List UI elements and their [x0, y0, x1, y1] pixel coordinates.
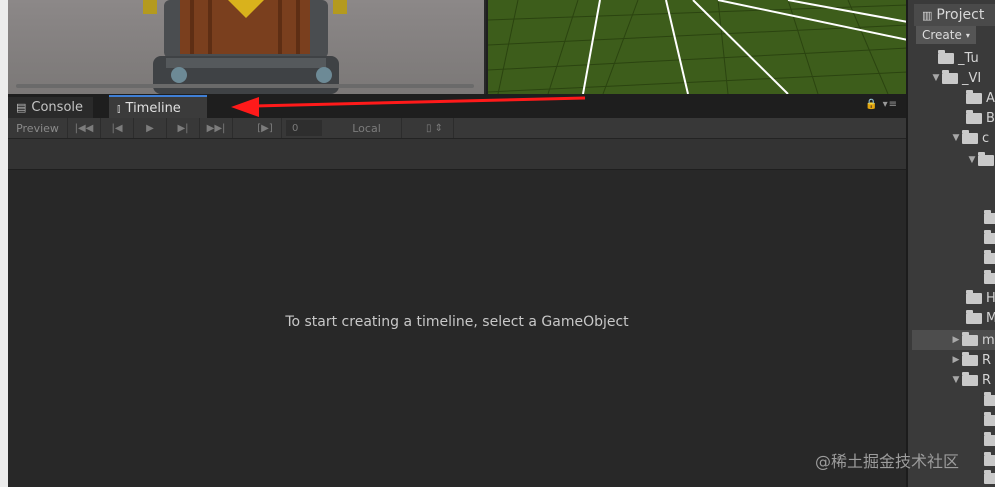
tree-folder-selected[interactable]: ▶ m — [912, 330, 995, 350]
strip-mark — [0, 283, 6, 297]
folder-icon — [984, 249, 995, 264]
view-toggle-icon[interactable]: ▯ ⇕ — [416, 118, 454, 138]
next-frame-icon[interactable]: ▶| — [167, 118, 200, 138]
tree-folder[interactable] — [984, 450, 995, 470]
console-icon: ▤ — [16, 101, 27, 114]
timeline-icon: ⫾ — [117, 101, 121, 115]
game-view[interactable] — [486, 0, 908, 94]
tree-folder[interactable]: A — [966, 88, 995, 108]
folder-icon — [966, 289, 982, 304]
folder-icon — [962, 351, 978, 366]
tree-folder[interactable]: ▼ — [966, 150, 995, 170]
preview-button[interactable]: Preview — [8, 118, 68, 138]
project-icon: ▥ — [922, 8, 933, 22]
expand-arrow-icon[interactable]: ▼ — [930, 73, 942, 83]
folder-icon — [942, 69, 958, 84]
folder-icon — [938, 49, 954, 64]
tab-timeline[interactable]: ⫾ Timeline — [109, 95, 207, 120]
collapse-arrow-icon[interactable]: ▶ — [950, 335, 962, 345]
tree-folder[interactable]: ▼ c — [950, 128, 989, 148]
tree-folder[interactable]: ▶ R — [950, 350, 991, 370]
timeline-toolbar: Preview |◀◀ |◀ ▶ ▶| ▶▶| [▶] 0 Local ▯ ⇕ — [8, 118, 906, 139]
tree-folder[interactable] — [984, 208, 995, 228]
local-button[interactable]: Local — [332, 118, 402, 138]
expand-arrow-icon[interactable]: ▼ — [950, 133, 962, 143]
tab-label: Project — [936, 7, 985, 23]
go-to-end-icon[interactable]: ▶▶| — [200, 118, 233, 138]
expand-arrow-icon[interactable]: ▼ — [950, 375, 962, 385]
folder-icon — [966, 109, 982, 124]
tab-console[interactable]: ▤ Console — [8, 97, 94, 118]
folder-icon — [984, 269, 995, 284]
create-button[interactable]: Create ▾ — [916, 26, 976, 44]
watermark: @稀土掘金技术社区 — [815, 452, 960, 471]
strip-mark — [0, 176, 6, 190]
strip-mark — [0, 410, 6, 424]
tree-folder[interactable]: H — [966, 288, 995, 308]
folder-icon — [984, 431, 995, 446]
tree-folder[interactable] — [984, 248, 995, 268]
tree-folder[interactable] — [984, 228, 995, 248]
create-label: Create — [922, 28, 962, 42]
expand-arrow-icon[interactable]: ▼ — [966, 155, 978, 165]
tree-folder[interactable] — [984, 430, 995, 450]
empty-timeline-message: To start creating a timeline, select a G… — [285, 314, 629, 330]
tree-folder[interactable]: ▼ _VI — [930, 68, 981, 88]
folder-icon — [984, 451, 995, 466]
folder-icon — [978, 151, 994, 166]
character-model-preview — [143, 0, 347, 94]
go-to-start-icon[interactable]: |◀◀ — [68, 118, 101, 138]
tab-label: Console — [31, 100, 84, 115]
folder-icon — [962, 371, 978, 386]
folder-icon — [966, 309, 982, 324]
timeline-window: ▤ Console ⫾ Timeline 🔒 ▾≡ Preview |◀◀ |◀… — [8, 94, 906, 487]
folder-icon — [984, 411, 995, 426]
folder-icon — [966, 89, 982, 104]
tree-folder[interactable] — [984, 410, 995, 430]
folder-icon — [984, 229, 995, 244]
scene-view[interactable] — [8, 0, 484, 94]
tab-project[interactable]: ▥ Project — [914, 4, 995, 26]
annotation-arrow — [231, 96, 586, 117]
frame-field[interactable]: 0 — [286, 120, 322, 136]
scene-scrollbar[interactable] — [16, 84, 474, 88]
folder-icon — [984, 469, 995, 484]
folder-icon — [984, 391, 995, 406]
tree-folder[interactable] — [984, 468, 995, 487]
play-icon[interactable]: ▶ — [134, 118, 167, 138]
dropdown-icon: ▾ — [965, 30, 970, 40]
ground-grid — [488, 0, 908, 94]
play-range-icon[interactable]: [▶] — [249, 118, 282, 138]
previous-frame-icon[interactable]: |◀ — [101, 118, 134, 138]
timeline-header-strip — [8, 139, 906, 170]
folder-icon — [962, 129, 978, 144]
project-panel: ▥ Project Create ▾ _Tu ▼ _VI A B ▼ c ▼ H… — [906, 0, 995, 487]
folder-icon — [984, 209, 995, 224]
tree-folder[interactable]: _Tu — [938, 48, 979, 68]
tree-folder[interactable] — [984, 268, 995, 288]
tab-label: Timeline — [125, 101, 181, 116]
tree-folder[interactable]: M — [966, 308, 995, 328]
tree-folder[interactable]: B — [966, 108, 995, 128]
collapse-arrow-icon[interactable]: ▶ — [950, 355, 962, 365]
tree-folder[interactable]: ▼ R — [950, 370, 991, 390]
window-menu-icon[interactable]: 🔒 ▾≡ — [865, 99, 898, 110]
folder-icon — [962, 331, 978, 346]
tree-folder[interactable] — [984, 390, 995, 410]
